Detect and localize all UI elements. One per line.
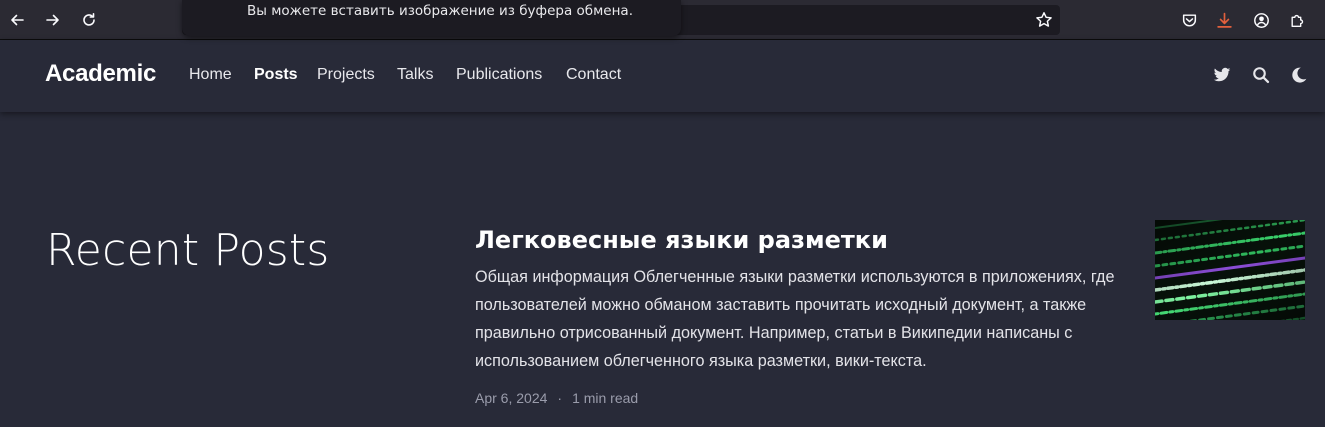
download-icon[interactable] (1212, 8, 1236, 32)
nav-posts[interactable]: Posts (254, 66, 298, 84)
twitter-icon[interactable] (1211, 64, 1233, 86)
site-brand[interactable]: Academic (45, 60, 156, 88)
page-title: Recent Posts (46, 225, 330, 276)
account-icon[interactable] (1249, 8, 1273, 32)
forward-icon[interactable] (41, 8, 65, 32)
paste-notification-text: Вы можете вставить изображение из буфера… (247, 3, 633, 19)
site-navbar: Academic Home Posts Projects Talks Publi… (0, 40, 1325, 112)
nav-publications[interactable]: Publications (456, 66, 542, 84)
paste-notification: Вы можете вставить изображение из буфера… (182, 0, 681, 36)
post-summary: Общая информация Облегченные языки разме… (475, 268, 1115, 370)
reload-icon[interactable] (77, 8, 101, 32)
nav-talks[interactable]: Talks (397, 66, 433, 84)
nav-projects[interactable]: Projects (317, 66, 375, 84)
back-icon[interactable] (5, 8, 29, 32)
main-content: Recent Posts Легковесные языки разметки … (0, 112, 1325, 427)
meta-separator: · (557, 390, 563, 406)
post-meta: Apr 6, 2024 · 1 min read (475, 390, 638, 406)
nav-home[interactable]: Home (189, 66, 232, 84)
extensions-icon[interactable] (1285, 8, 1309, 32)
bookmark-star-icon[interactable] (1033, 9, 1055, 31)
nav-contact[interactable]: Contact (566, 66, 621, 84)
pocket-icon[interactable] (1177, 8, 1201, 32)
post-title-link[interactable]: Легковесные языки разметки (475, 226, 888, 254)
post-thumbnail[interactable] (1155, 220, 1305, 320)
dark-mode-moon-icon[interactable] (1288, 64, 1310, 86)
search-icon[interactable] (1250, 64, 1272, 86)
browser-toolbar: Вы можете вставить изображение из буфера… (0, 0, 1325, 40)
post-reading-time: 1 min read (572, 390, 639, 406)
post-date: Apr 6, 2024 (475, 390, 548, 406)
